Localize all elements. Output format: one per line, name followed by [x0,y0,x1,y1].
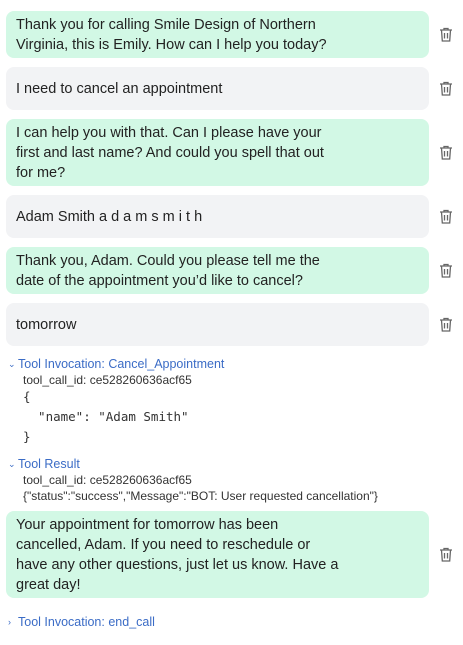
message-row: Your appointment for tomorrow has been c… [6,511,457,598]
delete-message-button[interactable] [435,259,457,281]
message-row: tomorrow [6,303,457,346]
user-message: tomorrow [6,303,429,346]
tool-invocation-label: Tool Invocation: end_call [18,615,155,629]
delete-message-button[interactable] [435,543,457,565]
message-row: I need to cancel an appointment [6,67,457,110]
message-row: Adam Smith a d a m s m i t h [6,195,457,238]
trash-icon [440,81,452,96]
trash-icon [440,209,452,224]
tool-call-id: tool_call_id: ce528260636acf65 [23,473,192,487]
chevron-down-icon: ⌄ [8,459,16,469]
tool-invocation-label: Tool Invocation: Cancel_Appointment [18,357,225,371]
user-message: Adam Smith a d a m s m i t h [6,195,429,238]
bot-message: Thank you, Adam. Could you please tell m… [6,247,429,294]
tool-invocation-toggle[interactable]: ⌄ Tool Invocation: Cancel_Appointment [8,356,224,372]
message-row: Thank you for calling Smile Design of No… [6,11,457,58]
trash-icon [440,317,452,332]
message-row: I can help you with that. Can I please h… [6,119,457,186]
tool-invocation-toggle[interactable]: › Tool Invocation: end_call [8,614,155,630]
code-brace-open: { [23,389,31,404]
bot-message: Thank you for calling Smile Design of No… [6,11,429,58]
bot-message: Your appointment for tomorrow has been c… [6,511,429,598]
delete-message-button[interactable] [435,205,457,227]
tool-result-label: Tool Result [18,457,80,471]
tool-result-value: {"status":"success","Message":"BOT: User… [23,489,378,503]
tool-call-id: tool_call_id: ce528260636acf65 [23,373,192,387]
delete-message-button[interactable] [435,77,457,99]
delete-message-button[interactable] [435,23,457,45]
delete-message-button[interactable] [435,313,457,335]
trash-icon [440,263,452,278]
chevron-right-icon: › [8,617,11,627]
delete-message-button[interactable] [435,141,457,163]
code-brace-close: } [23,429,31,444]
trash-icon [440,547,452,562]
trash-icon [440,27,452,42]
code-argument: "name": "Adam Smith" [23,409,189,424]
chevron-down-icon: ⌄ [8,359,16,369]
bot-message: I can help you with that. Can I please h… [6,119,429,186]
trash-icon [440,145,452,160]
user-message: I need to cancel an appointment [6,67,429,110]
tool-result-toggle[interactable]: ⌄ Tool Result [8,456,80,472]
message-row: Thank you, Adam. Could you please tell m… [6,247,457,294]
